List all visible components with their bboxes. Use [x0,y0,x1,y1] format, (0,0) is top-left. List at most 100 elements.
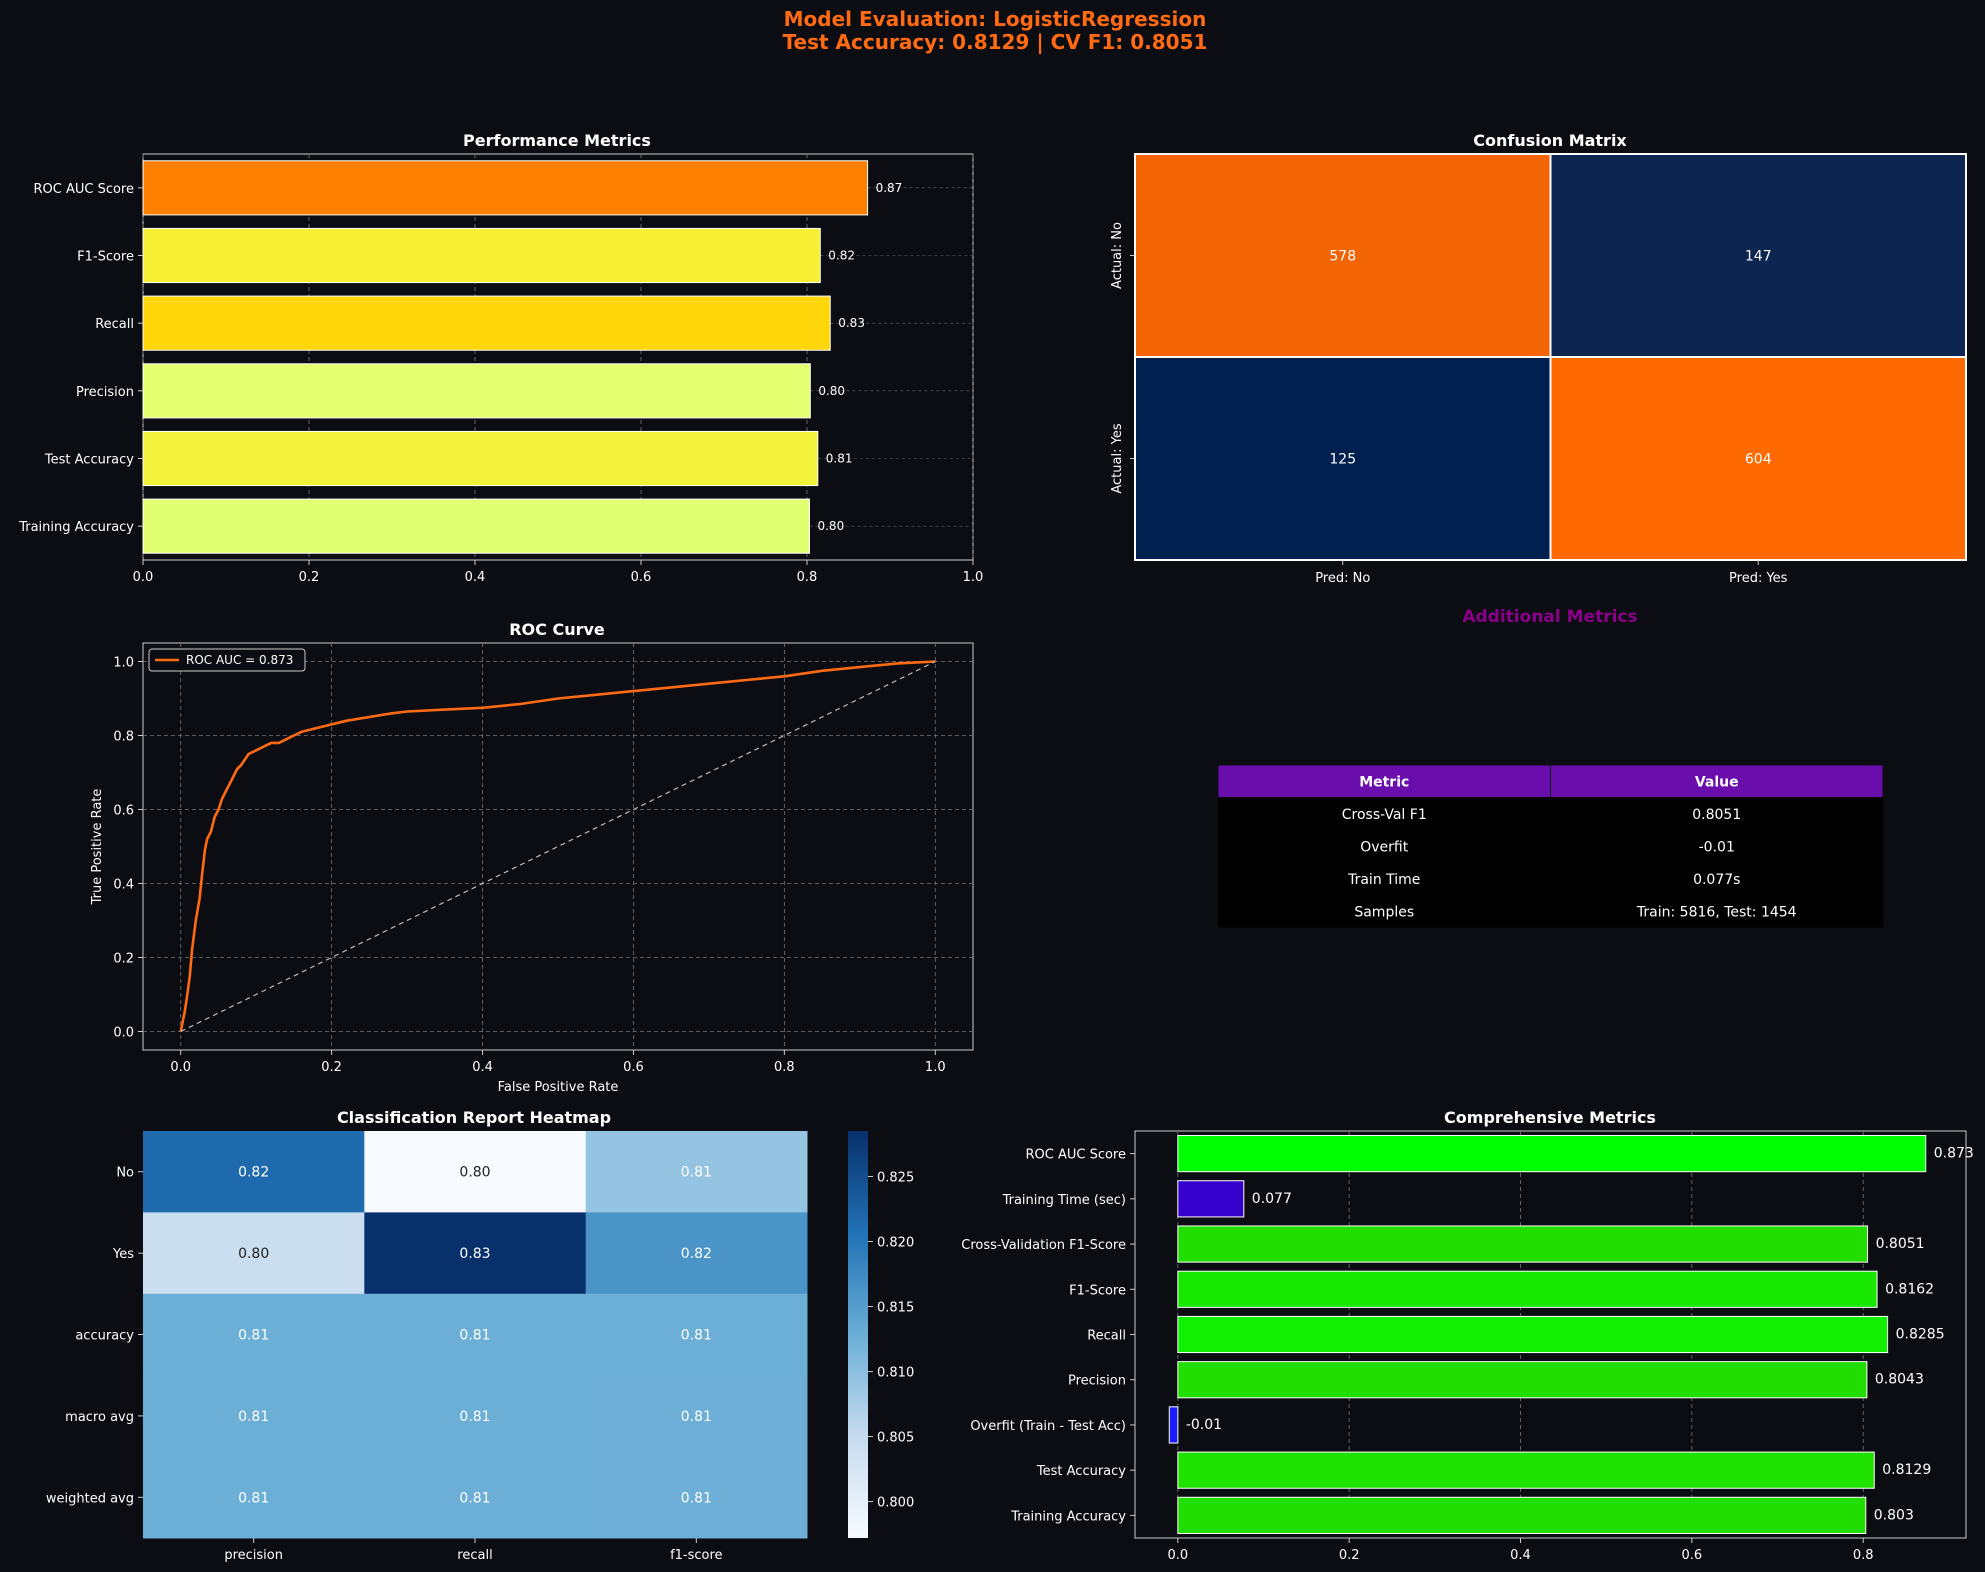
col-label: Pred: No [1315,571,1370,586]
table-cell-text: Train: 5816, Test: 1454 [1636,904,1797,920]
category-label: Training Accuracy [1010,1509,1126,1524]
table-cell-text: 0.077s [1693,872,1740,888]
confusion-chart-title: Confusion Matrix [1473,131,1627,150]
classification-report-chart: Classification Report Heatmap 0.82 0.80 0.… [46,1108,914,1563]
bar-value-label: 0.80 [818,384,845,398]
heatmap-value: 0.80 [238,1246,269,1262]
category-label: Test Accuracy [1036,1464,1126,1479]
bar-value-label: 0.8043 [1875,1372,1924,1388]
bar [142,498,810,554]
bar [142,295,831,351]
table-cell-text: -0.01 [1699,839,1735,855]
y-tick-label: 1.0 [113,656,134,671]
figure-title-line2: Test Accuracy: 0.8129 | CV F1: 0.8051 [783,30,1208,54]
cell-value: 147 [1745,249,1772,265]
heatmap-value: 0.81 [459,1409,490,1425]
bar-value-label: 0.8162 [1885,1281,1934,1297]
x-tick-label: 0.8 [1853,1548,1874,1563]
comprehensive-chart-title: Comprehensive Metrics [1444,1108,1656,1127]
row-label: Actual: Yes [1110,423,1125,493]
category-label: F1-Score [77,250,134,265]
col-label: recall [457,1548,492,1563]
bar [1177,1315,1889,1354]
x-tick-label: 0.8 [774,1060,795,1075]
bar-value-label: 0.8285 [1896,1327,1945,1343]
confusion-matrix-chart: Confusion Matrix 578 147 125 604 Actual: No A… [1110,131,1967,586]
colorbar-tick-label: 0.810 [877,1366,914,1381]
y-tick-label: 0.2 [113,952,134,967]
bar-value-label: 0.803 [1874,1507,1914,1523]
heatmap-value: 0.82 [238,1165,269,1181]
colorbar-tick-label: 0.815 [877,1301,914,1316]
heatmap-value: 0.81 [459,1490,490,1506]
table-cell-text: Train Time [1347,872,1420,888]
category-label: Cross-Validation F1-Score [961,1238,1126,1253]
roc-chart-title: ROC Curve [509,620,605,639]
cell-value: 604 [1745,452,1772,468]
x-tick-label: 1.0 [963,570,984,585]
y-tick-label: 0.6 [113,804,134,819]
row-label: No [116,1166,134,1181]
heatmap-value: 0.82 [681,1246,712,1262]
x-tick-label: 0.0 [170,1060,191,1075]
cell-value: 125 [1329,452,1356,468]
x-tick-label: 0.6 [623,1060,644,1075]
category-label: Precision [1068,1374,1126,1389]
bar-value-label: 0.81 [826,452,853,466]
bar [1177,1361,1868,1399]
bar [142,430,819,487]
category-label: Precision [76,385,134,400]
colorbar-tick-label: 0.820 [877,1236,914,1251]
performance-metrics-chart: Performance Metrics 0.0 0.2 0.4 0.6 0.8 1.0 RO… [18,131,983,585]
bar-value-label: -0.01 [1186,1417,1222,1433]
category-label: Training Accuracy [18,520,134,535]
row-label: weighted avg [46,1491,134,1506]
table-cell-text: Cross-Val F1 [1342,807,1427,823]
x-tick-label: 0.4 [1510,1548,1531,1563]
x-tick-label: 0.8 [797,570,818,585]
category-label: Test Accuracy [44,453,134,468]
row-label: macro avg [65,1410,134,1425]
bar-value-label: 0.8129 [1882,1462,1931,1478]
y-tick-label: 0.4 [113,878,134,893]
bar [1177,1180,1245,1218]
cell-value: 578 [1329,249,1356,265]
heatmap-value: 0.81 [238,1490,269,1506]
bar [1177,1135,1927,1173]
col-label: precision [224,1548,283,1563]
figure-canvas: Model Evaluation: LogisticRegression Tes… [0,0,1985,1572]
table-cell-text: Samples [1354,904,1414,920]
bar-value-label: 0.82 [828,249,855,263]
colorbar-tick-label: 0.825 [877,1171,914,1186]
bar-value-label: 0.87 [876,181,903,195]
x-tick-label: 0.4 [472,1060,493,1075]
heatmap-value: 0.81 [459,1328,490,1344]
row-label: Actual: No [1110,222,1125,289]
y-tick-label: 0.8 [113,730,134,745]
category-label: F1-Score [1069,1283,1126,1298]
heatmap-value: 0.81 [681,1165,712,1181]
bar [1177,1496,1867,1534]
x-tick-label: 0.6 [631,570,652,585]
bar [1168,1406,1179,1444]
bar-value-label: 0.873 [1934,1146,1974,1162]
category-label: Recall [95,317,134,332]
row-label: Yes [112,1247,134,1262]
x-tick-label: 0.2 [299,570,320,585]
colorbar [848,1131,868,1538]
category-label: Overfit (Train - Test Acc) [970,1419,1126,1434]
y-axis-label: True Positive Rate [90,789,105,906]
heatmap-value: 0.81 [238,1328,269,1344]
roc-curve-chart: ROC Curve 0.0 0.2 0.4 0.6 0.8 1.0 0.0 0.2 0.4 0.6… [90,620,974,1095]
col-label: f1-score [670,1548,722,1563]
legend-label: ROC AUC = 0.873 [186,653,293,667]
category-label: Training Time (sec) [1002,1193,1126,1208]
bar [1177,1451,1875,1489]
row-label: accuracy [75,1329,134,1344]
heatmap-value: 0.83 [459,1246,490,1262]
table-header-text: Metric [1359,774,1409,790]
x-tick-label: 0.4 [465,570,486,585]
x-axis-label: False Positive Rate [498,1080,619,1095]
heatmap-value: 0.80 [459,1165,490,1181]
x-tick-label: 0.0 [133,570,154,585]
